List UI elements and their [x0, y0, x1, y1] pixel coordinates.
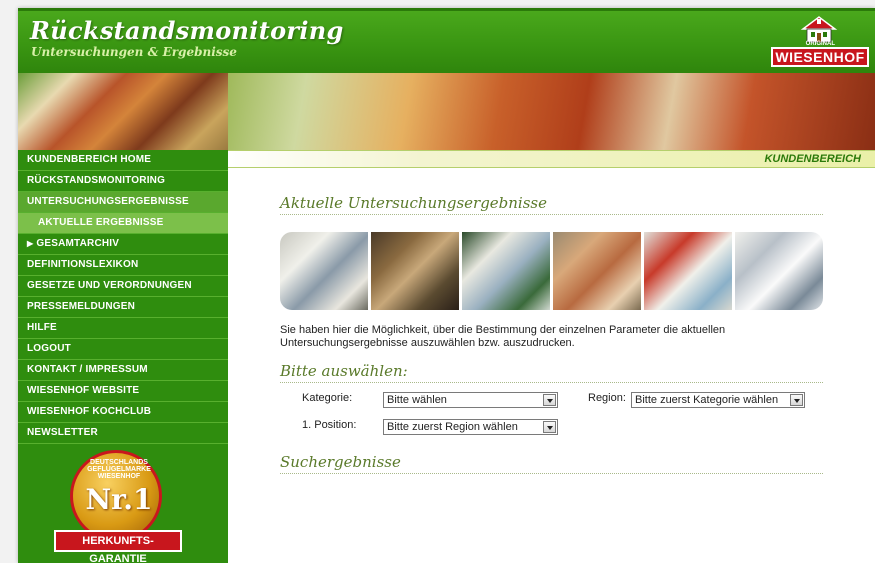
nav-label: AKTUELLE ERGEBNISSE	[38, 217, 164, 228]
nav-label: KONTAKT / IMPRESSUM	[27, 364, 148, 375]
badge-bar-text: HERKUNFTS-GARANTIE	[54, 530, 182, 563]
nav-wiesenhof-website[interactable]: WIESENHOF WEBSITE	[18, 381, 228, 402]
position-label: 1. Position:	[302, 419, 357, 431]
position-select-value: Bitte zuerst Region wählen	[387, 421, 518, 433]
nav-logout[interactable]: LOGOUT	[18, 339, 228, 360]
lab-photo-1	[280, 232, 368, 310]
badge-number: Nr.1	[85, 483, 153, 516]
herkunfts-garantie-badge: DEUTSCHLANDS GEFLÜGELMARKE WIESENHOF Nr.…	[50, 450, 190, 563]
chevron-down-icon	[790, 394, 803, 406]
results-divider	[280, 473, 823, 474]
site-title: Rückstandsmonitoring	[30, 16, 344, 45]
chevron-down-icon	[543, 394, 556, 406]
badge-ring-text: DEUTSCHLANDS GEFLÜGELMARKE	[87, 459, 151, 473]
nav-label: WIESENHOF WEBSITE	[27, 385, 140, 396]
select-divider	[280, 382, 823, 383]
badge-seal: DEUTSCHLANDS GEFLÜGELMARKE WIESENHOF Nr.…	[70, 450, 162, 542]
lab-photo-6	[735, 232, 823, 310]
wiesenhof-logo[interactable]: ORIGINAL WIESENHOF	[769, 15, 869, 69]
nav-gesamtarchiv[interactable]: ▶ GESAMTARCHIV	[18, 234, 228, 255]
nav-label: DEFINITIONSLEXIKON	[27, 259, 139, 270]
nav-kontakt-impressum[interactable]: KONTAKT / IMPRESSUM	[18, 360, 228, 381]
kategorie-select-value: Bitte wählen	[387, 394, 447, 406]
site-header: Rückstandsmonitoring Untersuchungen & Er…	[18, 8, 875, 73]
chicken-banner-photo	[228, 73, 875, 150]
nav-pressemeldungen[interactable]: PRESSEMELDUNGEN	[18, 297, 228, 318]
region-label: Region:	[588, 392, 626, 404]
main-content: KUNDENBEREICH Aktuelle Untersuchungserge…	[228, 150, 875, 563]
site-subtitle: Untersuchungen & Ergebnisse	[31, 45, 237, 59]
section-label-bar: KUNDENBEREICH	[228, 150, 875, 168]
nav-untersuchungsergebnisse[interactable]: UNTERSUCHUNGSERGEBNISSE	[18, 192, 228, 213]
nav-label: WIESENHOF KOCHCLUB	[27, 406, 152, 417]
intro-text: Sie haben hier die Möglichkeit, über die…	[280, 324, 726, 349]
nav-label: GESETZE UND VERORDNUNGEN	[27, 280, 192, 291]
select-heading: Bitte auswählen:	[280, 362, 408, 380]
nav-wiesenhof-kochclub[interactable]: WIESENHOF KOCHCLUB	[18, 402, 228, 423]
kategorie-label: Kategorie:	[302, 392, 353, 404]
nav-label: KUNDENBEREICH HOME	[27, 154, 152, 165]
results-heading: Suchergebnisse	[280, 453, 401, 471]
nav-label: HILFE	[27, 322, 57, 333]
triangle-right-icon: ▶	[27, 239, 34, 248]
nav-aktuelle-ergebnisse[interactable]: AKTUELLE ERGEBNISSE	[18, 213, 228, 234]
page-heading: Aktuelle Untersuchungsergebnisse	[280, 194, 548, 212]
nav-newsletter[interactable]: NEWSLETTER	[18, 423, 228, 444]
lab-photo-4	[553, 232, 641, 310]
page: Rückstandsmonitoring Untersuchungen & Er…	[18, 8, 875, 563]
lab-photo-2	[371, 232, 459, 310]
logo-wordmark: WIESENHOF	[771, 47, 869, 67]
sidebar-nav: KUNDENBEREICH HOME RÜCKSTANDSMONITORING …	[18, 150, 228, 563]
nav-kundenbereich-home[interactable]: KUNDENBEREICH HOME	[18, 150, 228, 171]
nav-hilfe[interactable]: HILFE	[18, 318, 228, 339]
section-label: KUNDENBEREICH	[764, 153, 861, 165]
nav-rueckstandsmonitoring[interactable]: RÜCKSTANDSMONITORING	[18, 171, 228, 192]
nav-definitionslexikon[interactable]: DEFINITIONSLEXIKON	[18, 255, 228, 276]
sausage-photo	[18, 73, 228, 150]
region-select[interactable]: Bitte zuerst Kategorie wählen	[631, 392, 805, 408]
region-select-value: Bitte zuerst Kategorie wählen	[635, 394, 779, 406]
lab-photo-strip	[280, 232, 823, 310]
chevron-down-icon	[543, 421, 556, 433]
kategorie-select[interactable]: Bitte wählen	[383, 392, 558, 408]
nav-label: GESAMTARCHIV	[36, 238, 120, 249]
lab-photo-3	[462, 232, 550, 310]
nav-gesetze-verordnungen[interactable]: GESETZE UND VERORDNUNGEN	[18, 276, 228, 297]
nav-label: LOGOUT	[27, 343, 71, 354]
lab-photo-5	[644, 232, 732, 310]
nav-label: RÜCKSTANDSMONITORING	[27, 175, 166, 186]
badge-brand: WIESENHOF	[97, 473, 141, 480]
nav-label: PRESSEMELDUNGEN	[27, 301, 136, 312]
heading-divider	[280, 214, 823, 215]
position-select[interactable]: Bitte zuerst Region wählen	[383, 419, 558, 435]
nav-label: NEWSLETTER	[27, 427, 98, 438]
nav-label: UNTERSUCHUNGSERGEBNISSE	[27, 196, 189, 207]
